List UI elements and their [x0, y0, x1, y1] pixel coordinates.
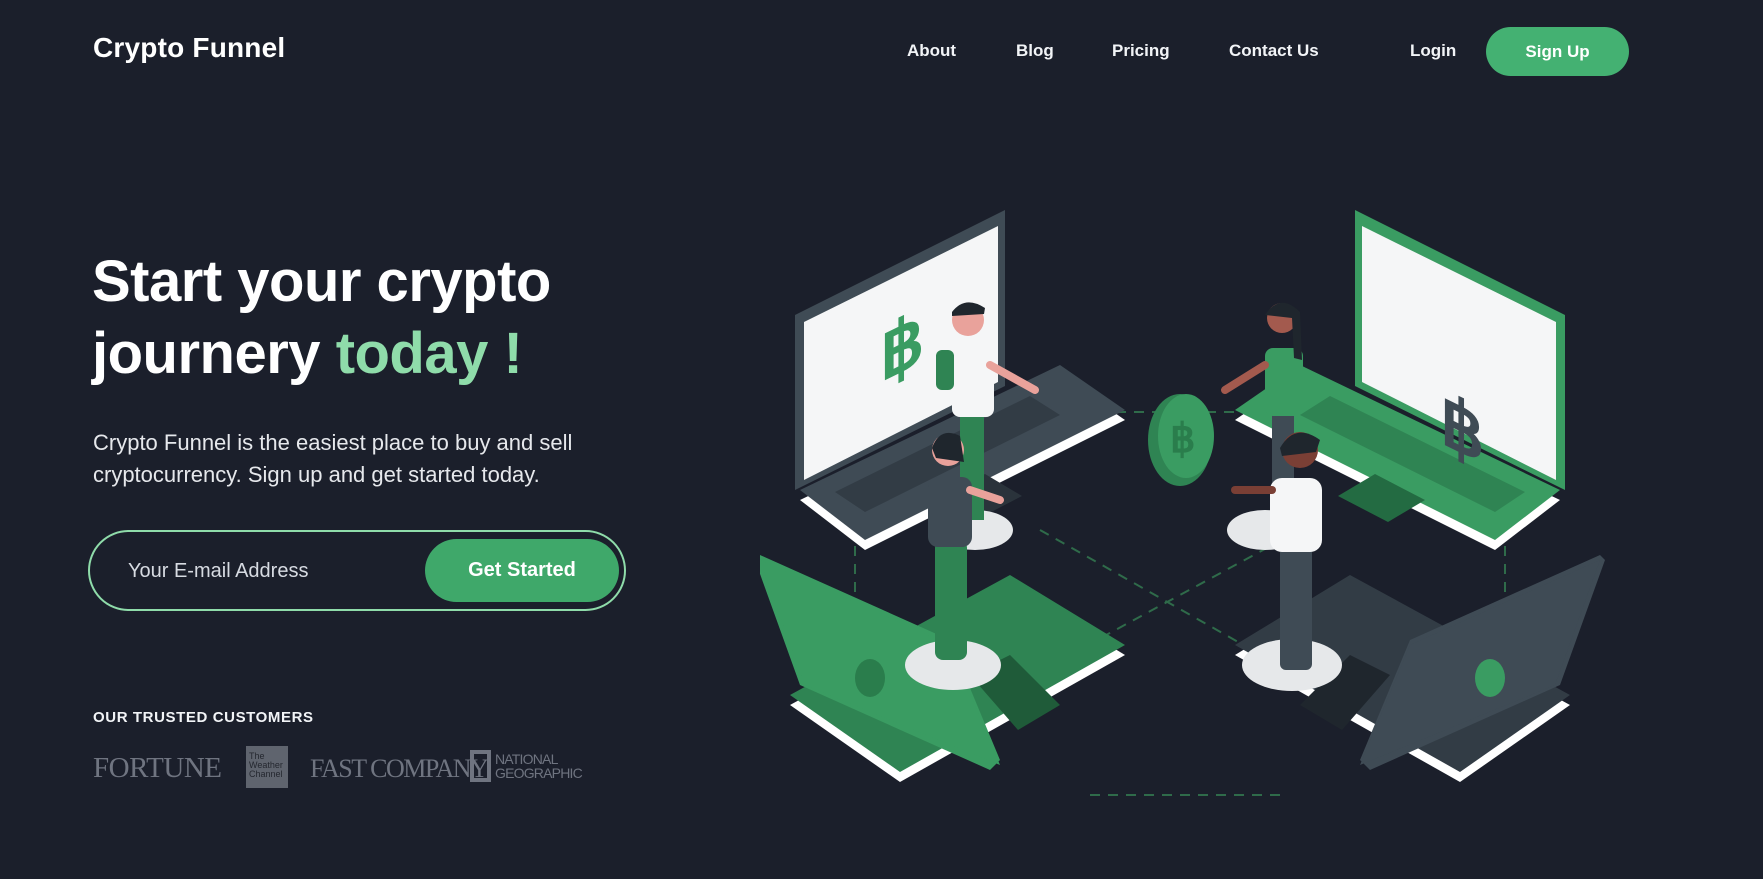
email-signup-form: Get Started — [88, 530, 626, 611]
hero-subtitle: Crypto Funnel is the easiest place to bu… — [93, 430, 573, 487]
nav-contact-us[interactable]: Contact Us — [1229, 41, 1319, 61]
nav-about[interactable]: About — [907, 41, 956, 61]
nav-blog[interactable]: Blog — [1016, 41, 1054, 61]
laptop-logo-icon — [855, 659, 885, 697]
natgeo-text: NATIONAL GEOGRAPHIC — [495, 751, 583, 781]
bitcoin-coin-icon: ฿ — [1148, 394, 1214, 486]
brand-logo[interactable]: Crypto Funnel — [93, 32, 285, 64]
fast-company-logo: FAST COMPANY — [310, 754, 489, 783]
laptop-logo-icon — [1475, 659, 1505, 697]
nav-pricing[interactable]: Pricing — [1112, 41, 1170, 61]
fortune-logo: FORTUNE — [93, 752, 222, 784]
weather-channel-logo: The Weather Channel — [246, 746, 288, 788]
login-link[interactable]: Login — [1410, 41, 1456, 61]
hero-title-line1: Start your crypto — [92, 249, 551, 314]
crypto-trading-illustration: ฿ ฿ ฿ — [760, 210, 1605, 796]
header: Crypto Funnel About Blog Pricing Contact… — [0, 0, 1763, 100]
national-geographic-logo: NATIONAL GEOGRAPHIC — [470, 750, 590, 786]
hero-title-accent: today ! — [335, 321, 523, 386]
trusted-customers-heading: OUR TRUSTED CUSTOMERS — [93, 709, 314, 726]
hero-title-line2: journery — [92, 321, 321, 386]
hero-title: Start your crypto journery today ! — [92, 246, 551, 390]
sign-up-button[interactable]: Sign Up — [1486, 27, 1629, 76]
email-input[interactable] — [128, 554, 408, 588]
get-started-button[interactable]: Get Started — [425, 539, 619, 602]
svg-text:฿: ฿ — [1170, 417, 1195, 461]
natgeo-frame-icon — [470, 750, 491, 782]
